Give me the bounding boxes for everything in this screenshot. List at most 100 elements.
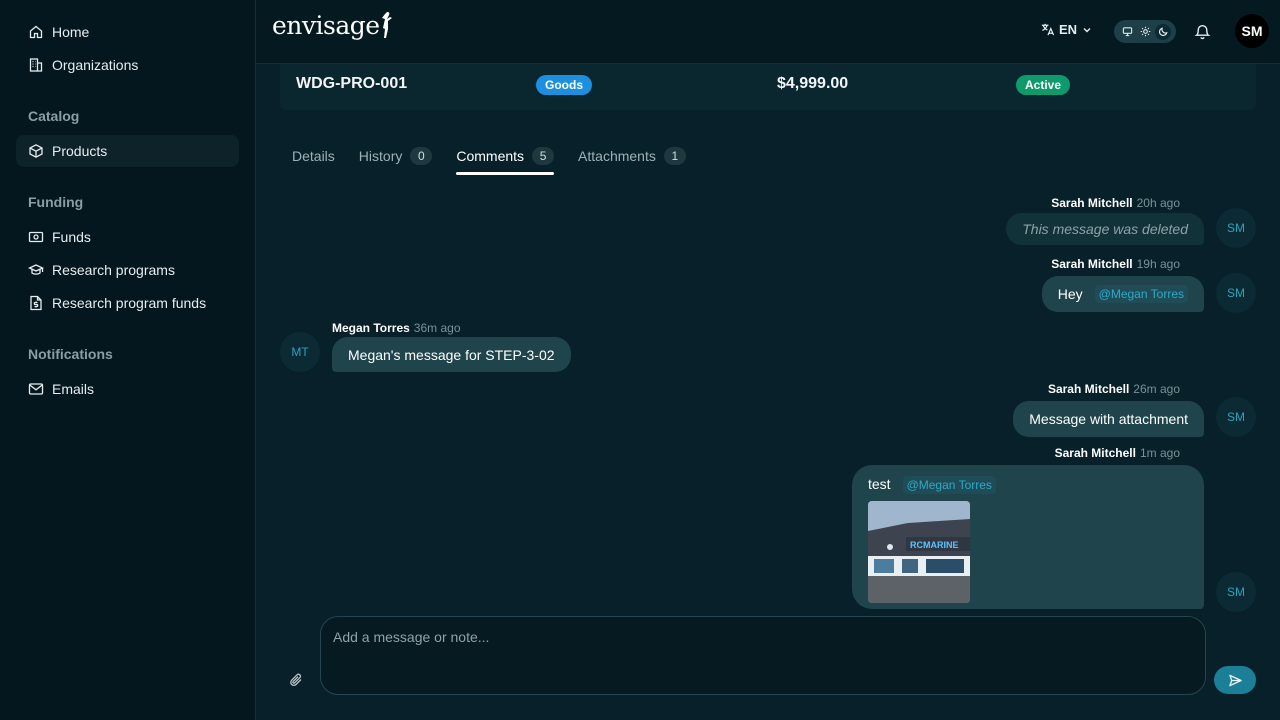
nav-organizations[interactable]: Organizations	[16, 49, 239, 81]
nav-funds-label: Funds	[52, 229, 91, 245]
box-icon	[29, 144, 43, 158]
logo-figure-icon	[381, 12, 392, 38]
logo[interactable]: envisage	[272, 10, 394, 40]
tab-attachments-label: Attachments	[578, 148, 656, 164]
dark-theme-button[interactable]	[1155, 23, 1171, 40]
message-time: 36m ago	[413, 321, 461, 335]
avatar: SM	[1216, 208, 1256, 248]
message-author: Megan Torres	[332, 321, 410, 335]
section-notifications: Notifications	[28, 346, 113, 362]
nav-products[interactable]: Products	[16, 135, 239, 167]
product-code: WDG-PRO-001	[296, 75, 408, 92]
user-avatar[interactable]: SM	[1235, 14, 1269, 48]
tabs: Details History 0 Comments 5 Attachments…	[292, 144, 710, 176]
nav-research-programs[interactable]: Research programs	[16, 254, 239, 286]
message-bubble-with-attachment: test @Megan Torres RCMARINE	[852, 465, 1204, 609]
section-catalog: Catalog	[28, 108, 80, 124]
message-time: 20h ago	[1136, 196, 1180, 210]
store-sign-text: RCMARINE	[910, 540, 959, 550]
product-type-badge: Goods	[536, 75, 592, 95]
monitor-icon	[1122, 27, 1132, 37]
tab-details-label: Details	[292, 148, 335, 164]
chevron-down-icon	[1083, 27, 1091, 32]
message-meta: Sarah Mitchell 19h ago	[1051, 257, 1180, 271]
avatar: MT	[280, 332, 320, 372]
nav-research-program-funds[interactable]: Research program funds	[16, 287, 239, 319]
tab-comments-label: Comments	[456, 148, 525, 164]
product-summary-row: WDG-PRO-001 Goods $4,999.00 Active	[280, 64, 1256, 110]
message-time: 26m ago	[1133, 382, 1180, 396]
nav-home-label: Home	[52, 24, 90, 40]
tab-comments-count: 5	[532, 147, 555, 165]
theme-switcher	[1114, 20, 1176, 43]
message-text: test	[868, 476, 891, 492]
file-dollar-icon	[30, 295, 42, 311]
tab-comments[interactable]: Comments 5	[456, 144, 555, 175]
notifications-button[interactable]	[1194, 23, 1211, 43]
nav-research-program-funds-label: Research program funds	[52, 295, 207, 311]
avatar: SM	[1216, 397, 1256, 437]
avatar: SM	[1216, 572, 1256, 612]
product-price: $4,999.00	[777, 75, 849, 92]
nav-emails-label: Emails	[52, 381, 95, 397]
sidebar: Home Organizations Catalog Products Fund…	[0, 0, 256, 720]
sun-icon	[1140, 26, 1150, 37]
message-text: This message was deleted	[1022, 221, 1188, 237]
light-theme-button[interactable]	[1137, 24, 1153, 40]
mention-link[interactable]: @Megan Torres	[902, 476, 996, 494]
nav-emails[interactable]: Emails	[16, 373, 239, 405]
message-time: 19h ago	[1136, 257, 1180, 271]
nav-funds[interactable]: Funds	[16, 221, 239, 253]
tab-history-count: 0	[410, 147, 433, 165]
message-author: Sarah Mitchell	[1051, 257, 1133, 271]
message-bubble: Hey @Megan Torres	[1041, 276, 1204, 312]
message-time: 1m ago	[1139, 446, 1180, 460]
language-label: EN	[1059, 22, 1078, 37]
tab-history[interactable]: History 0	[359, 144, 433, 168]
message-meta: Sarah Mitchell 26m ago	[1048, 382, 1180, 396]
banknote-icon	[28, 231, 44, 243]
message-text: Megan's message for STEP-3-02	[348, 346, 555, 363]
system-theme-button[interactable]	[1119, 24, 1135, 40]
building-icon	[29, 58, 43, 72]
message-composer	[320, 616, 1206, 695]
mail-icon	[28, 383, 44, 395]
message-meta: Sarah Mitchell 20h ago	[1051, 196, 1180, 210]
message-author: Sarah Mitchell	[1047, 382, 1130, 396]
nav-products-label: Products	[52, 143, 108, 159]
send-icon	[1228, 674, 1242, 686]
mention-link[interactable]: @Megan Torres	[1094, 285, 1188, 303]
section-funding: Funding	[28, 194, 84, 210]
message-meta: Sarah Mitchell 1m ago	[1055, 446, 1180, 460]
topbar: envisage EN SM	[256, 0, 1280, 64]
moon-icon	[1158, 27, 1168, 37]
home-icon	[29, 25, 43, 39]
translate-icon	[1041, 23, 1055, 36]
send-button[interactable]	[1214, 666, 1256, 694]
nav-research-programs-label: Research programs	[52, 262, 175, 278]
tab-attachments-count: 1	[663, 147, 686, 165]
message-author: Sarah Mitchell	[1054, 446, 1136, 460]
message-input[interactable]	[333, 629, 1193, 645]
bell-icon	[1194, 24, 1211, 40]
paperclip-icon	[290, 673, 302, 687]
message-text: Hey	[1057, 286, 1083, 302]
avatar: SM	[1216, 273, 1256, 313]
message-bubble: Megan's message for STEP-3-02	[332, 337, 571, 372]
message-text: Message with attachment	[1029, 411, 1188, 427]
attach-button[interactable]	[288, 672, 304, 691]
message-bubble: Message with attachment	[1013, 401, 1204, 437]
storefront-image-icon: RCMARINE	[868, 501, 970, 603]
tab-history-label: History	[358, 148, 403, 164]
tab-attachments[interactable]: Attachments 1	[578, 144, 686, 168]
status-badge: Active	[1016, 75, 1071, 95]
message-author: Sarah Mitchell	[1051, 196, 1133, 210]
tab-details[interactable]: Details	[292, 144, 335, 168]
logo-text: envisage	[272, 11, 380, 40]
nav-home[interactable]: Home	[16, 16, 239, 48]
graduation-cap-icon	[28, 264, 44, 275]
language-selector[interactable]: EN	[1040, 22, 1093, 37]
nav-organizations-label: Organizations	[52, 57, 139, 73]
message-meta: Megan Torres 36m ago	[332, 321, 461, 335]
attachment-image[interactable]: RCMARINE	[868, 501, 970, 603]
